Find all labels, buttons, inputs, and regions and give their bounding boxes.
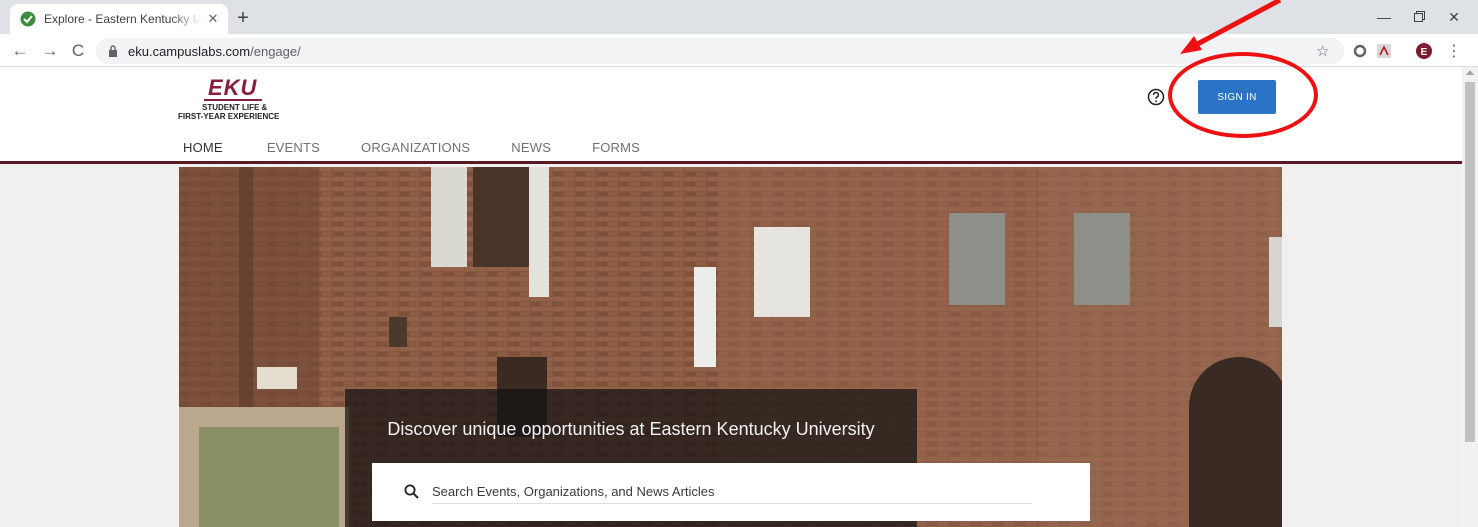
browser-menu-icon[interactable]: ⋮ [1446,39,1462,63]
eku-logo[interactable]: EKU STUDENT LIFE & FIRST-YEAR EXPERIENCE [178,75,338,123]
site-header: EKU STUDENT LIFE & FIRST-YEAR EXPERIENCE… [0,52,1462,164]
nav-item-events[interactable]: EVENTS [267,137,320,164]
restore-icon[interactable] [1405,5,1433,29]
nav-item-forms[interactable]: FORMS [592,137,640,164]
logo-subtitle-line2: FIRST-YEAR EXPERIENCE [178,112,280,121]
bookmark-star-icon[interactable]: ☆ [1316,39,1329,63]
hero-heading: Discover unique opportunities at Eastern… [387,419,875,439]
logo-subtitle-line1: STUDENT LIFE & [202,103,268,112]
main-nav: HOME EVENTS ORGANIZATIONS NEWS FORMS [180,137,681,164]
page-body: EKU STUDENT LIFE & FIRST-YEAR EXPERIENCE… [0,52,1462,527]
minimize-icon[interactable]: — [1370,5,1398,29]
nav-item-news[interactable]: NEWS [511,137,551,164]
hero-banner: Discover unique opportunities at Eastern… [179,167,1282,527]
url-path: /engage/ [250,43,301,59]
url-host: eku.campuslabs.com [128,43,251,59]
extension-circle-icon[interactable] [1352,39,1368,63]
close-icon[interactable]: ✕ [1440,5,1468,29]
forward-icon[interactable]: → [38,39,62,63]
browser-toolbar: ← → C eku.campuslabs.com/engage/ ☆ E ⋮ [0,34,1478,67]
logo-wordmark: EKU [208,75,258,100]
search-icon [404,484,419,499]
logo-underline [204,99,262,101]
help-icon[interactable] [1147,88,1165,106]
search-box [372,463,1090,521]
new-tab-icon[interactable]: + [232,7,254,29]
search-input[interactable] [432,480,1032,504]
tab-title: Explore - Eastern Kentucky Unive [44,12,202,26]
tab-close-icon[interactable]: ✕ [206,11,220,27]
lock-icon [109,45,117,57]
svg-text:E: E [1421,47,1428,58]
campuslabs-favicon-icon [20,11,36,27]
profile-avatar-icon[interactable]: E [1416,39,1432,63]
sign-in-button[interactable]: SIGN IN [1198,80,1276,114]
reload-icon[interactable]: C [66,39,90,63]
scrollbar-thumb[interactable] [1465,82,1475,442]
nav-item-home[interactable]: HOME [180,137,226,164]
scroll-up-arrow-icon[interactable] [1466,70,1474,75]
address-bar[interactable]: eku.campuslabs.com/engage/ [96,38,1344,64]
browser-tab[interactable]: Explore - Eastern Kentucky Unive ✕ [10,4,228,34]
pdf-extension-icon[interactable] [1376,39,1392,63]
nav-item-organizations[interactable]: ORGANIZATIONS [361,137,470,164]
back-icon[interactable]: ← [8,39,32,63]
tab-strip: Explore - Eastern Kentucky Unive ✕ + — ✕ [0,0,1478,34]
